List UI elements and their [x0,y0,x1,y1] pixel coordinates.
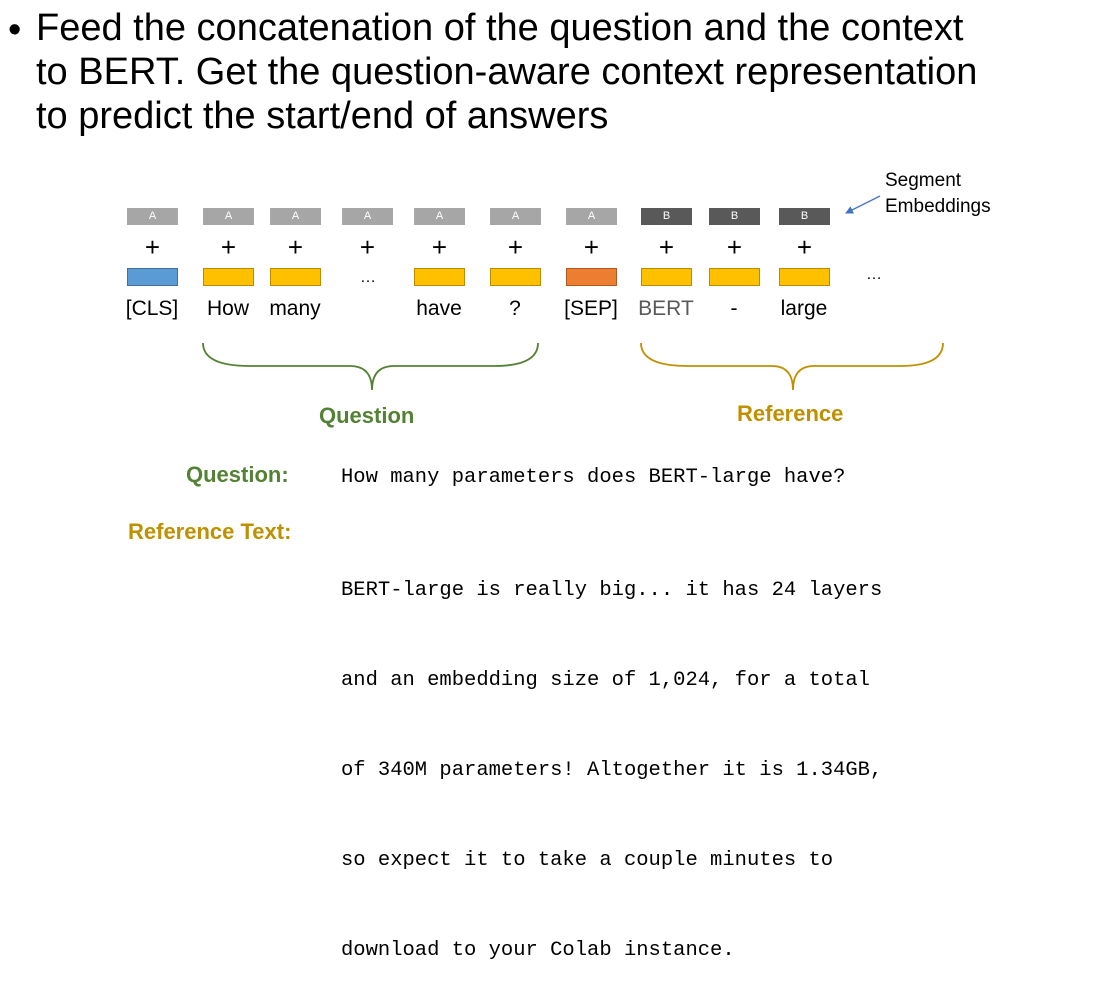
reference-line: and an embedding size of 1,024, for a to… [341,669,870,692]
question-text: How many parameters does BERT-large have… [341,466,846,489]
reference-brace [640,342,944,391]
reference-line: BERT-large is really big... it has 24 la… [341,579,883,602]
question-label: Question: [186,462,289,487]
reference-text-label: Reference Text: [128,519,292,544]
question-brace [202,342,539,391]
callout-arrow [845,195,881,214]
question-brace-label: Question [319,403,415,428]
reference-line: so expect it to take a couple minutes to [341,849,834,872]
reference-line: of 340M parameters! Altogether it is 1.3… [341,759,883,782]
reference-text: BERT-large is really big... it has 24 la… [341,516,882,996]
reference-line: download to your Colab instance. [341,939,735,962]
reference-brace-label: Reference [737,401,844,426]
